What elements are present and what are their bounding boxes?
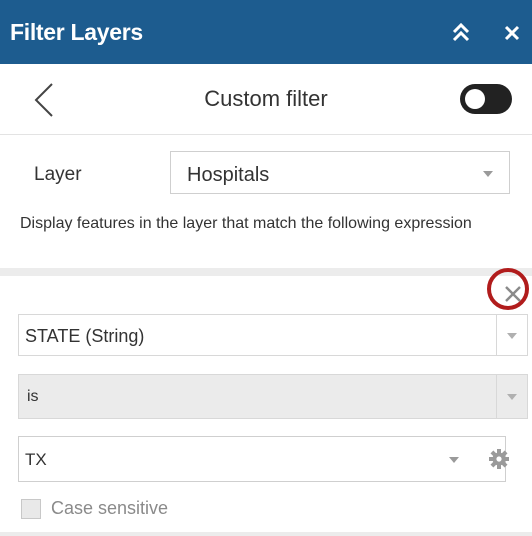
layer-select[interactable]: Hospitals [170, 151, 510, 194]
remove-expression-icon[interactable] [502, 283, 524, 305]
operator-select-value: is [27, 388, 39, 405]
field-select-arrow[interactable] [496, 314, 528, 356]
field-select-value: STATE (String) [25, 326, 145, 346]
close-icon[interactable] [500, 19, 524, 45]
title-bar: Filter Layers [0, 0, 532, 64]
operator-select[interactable]: is [18, 374, 496, 419]
value-select[interactable]: TX [18, 436, 506, 482]
panel-title: Filter Layers [10, 19, 143, 45]
double-chevron-up-icon[interactable] [448, 18, 474, 46]
section-divider [0, 268, 532, 276]
chevron-down-icon [507, 333, 517, 339]
toggle-knob [465, 89, 485, 109]
custom-filter-title: Custom filter [204, 86, 328, 111]
case-sensitive-checkbox[interactable] [21, 499, 41, 519]
expression-description: Display features in the layer that match… [20, 215, 472, 232]
chevron-down-icon [483, 171, 493, 177]
custom-filter-toggle[interactable] [460, 84, 512, 114]
value-select-value: TX [25, 450, 47, 469]
case-sensitive-label: Case sensitive [51, 498, 169, 518]
layer-label: Layer [34, 164, 82, 185]
operator-select-arrow[interactable] [496, 374, 528, 419]
layer-select-value: Hospitals [187, 164, 270, 186]
gear-icon[interactable] [488, 448, 510, 470]
subheader: Custom filter [0, 64, 532, 135]
field-select[interactable]: STATE (String) [18, 314, 496, 356]
chevron-down-icon [449, 457, 459, 463]
bottom-divider [0, 532, 532, 536]
chevron-down-icon [507, 394, 517, 400]
